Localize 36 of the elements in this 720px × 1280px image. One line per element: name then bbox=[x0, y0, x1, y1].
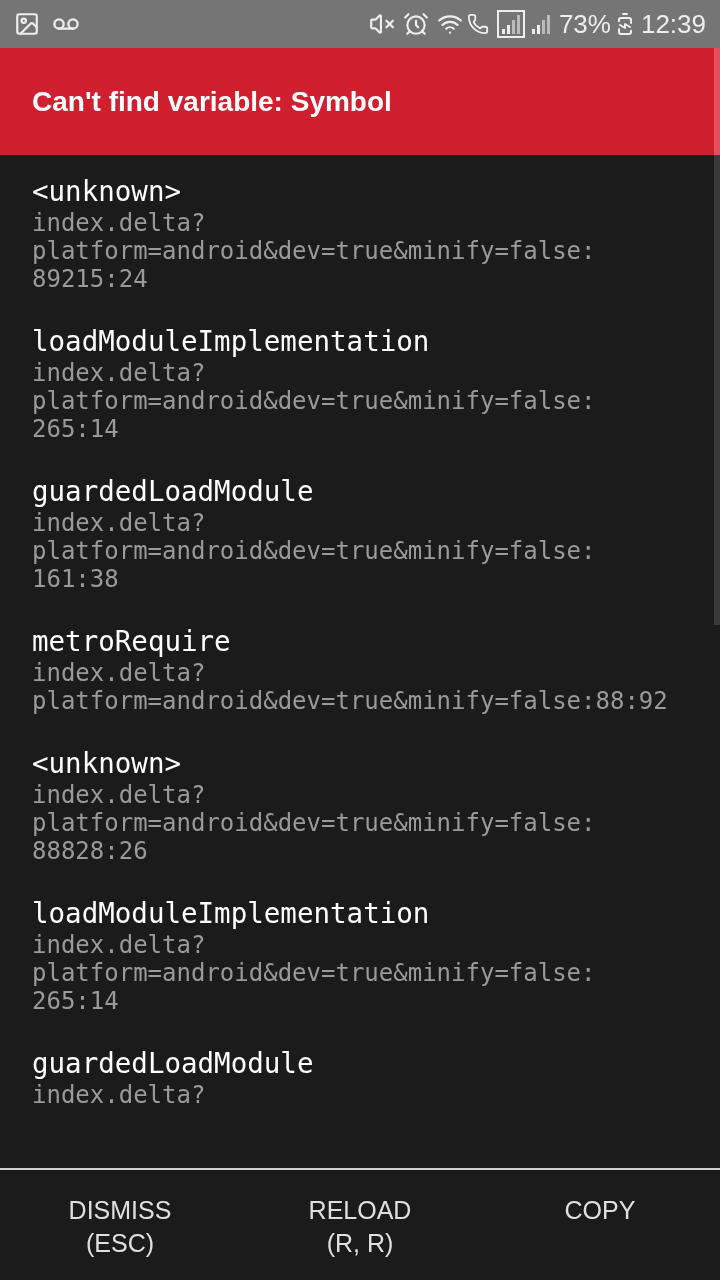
clock: 12:39 bbox=[640, 7, 706, 41]
frame-method: guardedLoadModule bbox=[32, 1046, 315, 1081]
frame-method: loadModuleImplementation bbox=[32, 324, 431, 359]
frame-method: guardedLoadModule bbox=[32, 474, 315, 509]
call-icon bbox=[466, 13, 489, 35]
frame-location: 265:14 bbox=[32, 987, 120, 1015]
frame-location: 161:38 bbox=[32, 565, 120, 593]
frame-location: index.delta? bbox=[32, 659, 207, 687]
frame-method: <unknown> bbox=[32, 746, 182, 781]
frame-location: index.delta? bbox=[32, 359, 207, 387]
frame-method: loadModuleImplementation bbox=[32, 896, 431, 931]
alarm-icon bbox=[402, 11, 429, 37]
frame-location: 89215:24 bbox=[32, 265, 149, 293]
frame-location: platform=android&dev=true&minify=false: bbox=[32, 387, 597, 415]
battery-percent: 73% bbox=[558, 7, 611, 41]
frame-location: platform=android&dev=true&minify=false: bbox=[32, 959, 597, 987]
frame-method: <unknown> bbox=[32, 174, 182, 209]
frame-location: index.delta? bbox=[32, 781, 207, 809]
frame-location: 88828:26 bbox=[32, 837, 149, 865]
action-button[interactable]: RELOAD (R, R) bbox=[240, 1194, 480, 1260]
frame-location: index.delta? bbox=[32, 1081, 207, 1109]
frame-location: 265:14 bbox=[32, 415, 120, 443]
signal-icon bbox=[496, 10, 525, 38]
frame-location: platform=android&dev=true&minify=false:88:92 bbox=[32, 687, 669, 715]
frame-location: platform=android&dev=true&minify=false: bbox=[32, 237, 597, 265]
frame-location: index.delta? bbox=[32, 931, 207, 959]
frame-location: platform=android&dev=true&minify=false: bbox=[32, 809, 597, 837]
frame-location: platform=android&dev=true&minify=false: bbox=[32, 537, 597, 565]
action-button[interactable]: DISMISS (ESC) bbox=[0, 1194, 240, 1260]
mute-icon bbox=[368, 11, 395, 37]
frame-location: index.delta? bbox=[32, 509, 207, 537]
error-title: Can't find variable: Symbol bbox=[32, 84, 392, 119]
frame-method: metroRequire bbox=[32, 624, 232, 659]
image-icon bbox=[14, 11, 40, 37]
frame-location: index.delta? bbox=[32, 209, 207, 237]
action-button[interactable]: COPY bbox=[480, 1194, 720, 1227]
